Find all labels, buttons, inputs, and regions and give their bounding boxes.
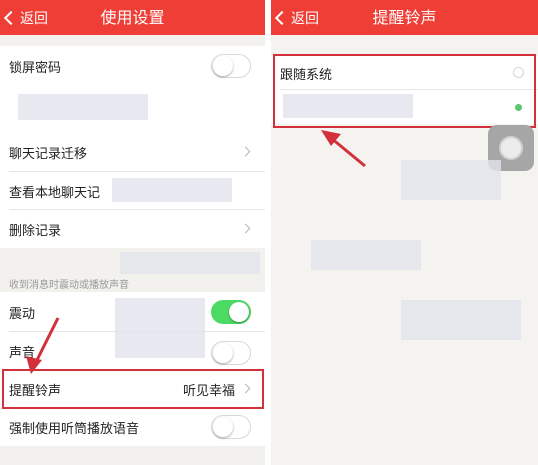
- settings-screen: 返回 使用设置 锁屏密码 聊天记录迁移 查看本地聊天记 删除记录 收到消息时震动…: [0, 0, 265, 465]
- alert-tone-screen: 返回 提醒铃声 跟随系统: [271, 0, 538, 465]
- pointer-arrow-icon: [321, 130, 366, 168]
- pointer-arrow-icon: [26, 317, 60, 374]
